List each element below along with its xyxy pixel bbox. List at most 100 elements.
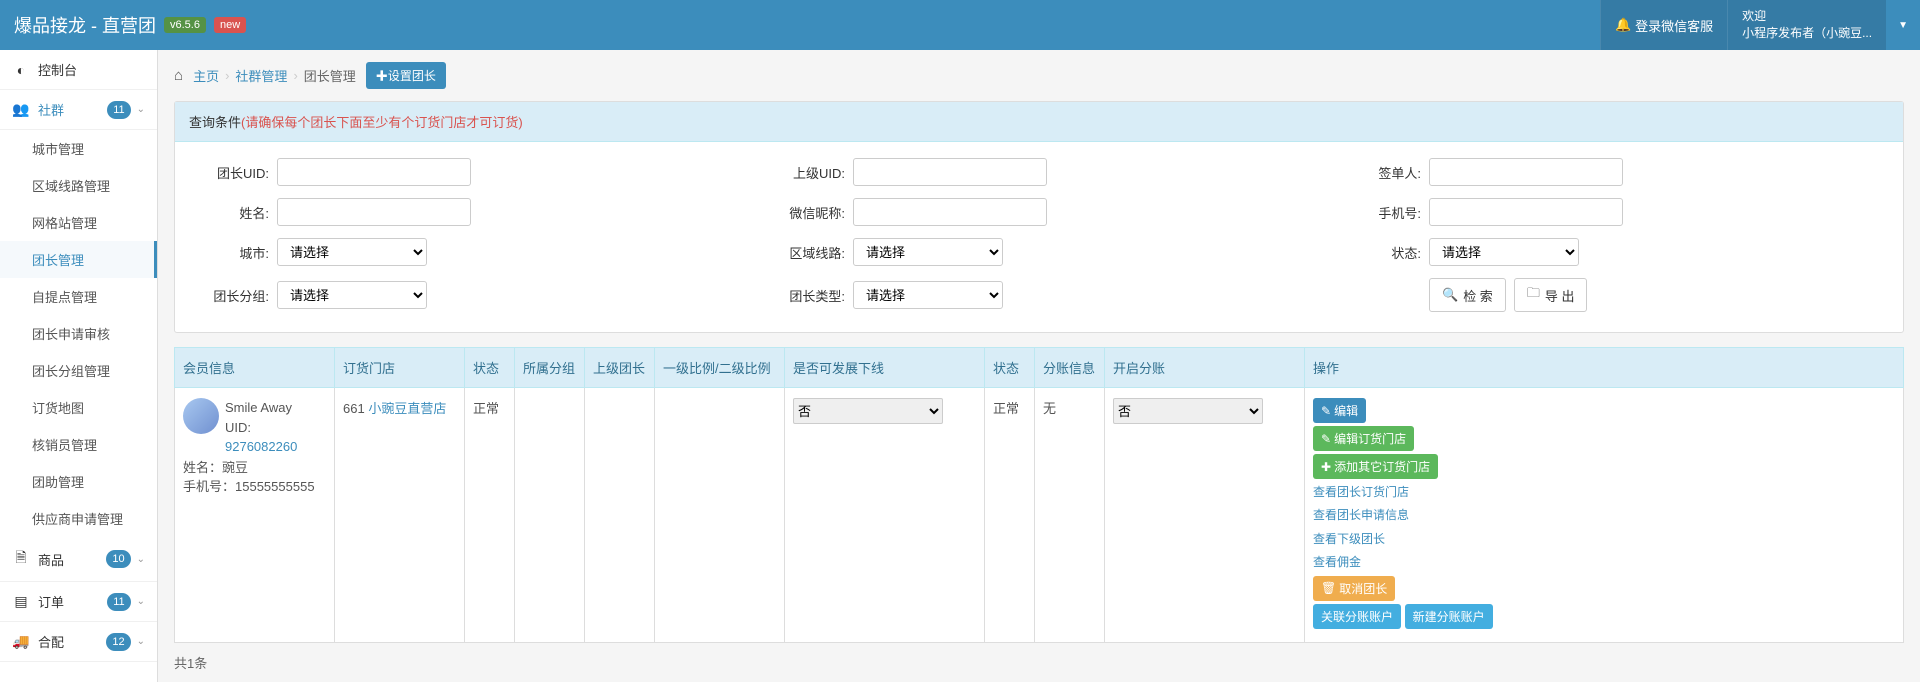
pencil-icon: ✎ — [1321, 432, 1331, 446]
user-menu-caret[interactable]: ▼ — [1886, 0, 1920, 50]
dashboard-icon: ◐ — [12, 62, 30, 78]
sidebar-sub-helper[interactable]: 团助管理 — [0, 463, 157, 500]
sidebar-sub-leader[interactable]: 团长管理 — [0, 241, 157, 278]
member-name: 豌豆 — [222, 460, 248, 475]
sidebar-item-dist[interactable]: 🚚 合配 12 ⌄ — [0, 622, 157, 662]
search-warning: (请确保每个团长下面至少有个订货门店才可订货) — [241, 115, 523, 130]
user-menu[interactable]: 欢迎 小程序发布者（小豌豆... — [1727, 0, 1886, 50]
sidebar-item-goods[interactable]: 🗎 商品 10 ⌄ — [0, 537, 157, 582]
sidebar-orders-label: 订单 — [38, 592, 107, 611]
book-icon: ▤ — [12, 593, 30, 610]
new-split-button[interactable]: 新建分账账户 — [1405, 604, 1493, 629]
input-parent-uid[interactable] — [853, 158, 1047, 186]
th-split: 开启分账 — [1105, 348, 1305, 388]
th-group: 所属分组 — [515, 348, 585, 388]
breadcrumb-home[interactable]: 主页 — [193, 66, 219, 85]
sidebar-sub-supplier[interactable]: 供应商申请管理 — [0, 500, 157, 537]
edit-button[interactable]: ✎编辑 — [1313, 398, 1366, 423]
assoc-split-button[interactable]: 关联分账账户 — [1313, 604, 1401, 629]
th-parent: 上级团长 — [585, 348, 655, 388]
input-signer[interactable] — [1429, 158, 1623, 186]
select-develop[interactable]: 否 — [793, 398, 943, 424]
input-nickname[interactable] — [853, 198, 1047, 226]
user-name: 小程序发布者（小豌豆... — [1742, 25, 1872, 42]
breadcrumb-l1[interactable]: 社群管理 — [235, 66, 287, 85]
th-splitinfo: 分账信息 — [1035, 348, 1105, 388]
file-icon: 🗎 — [12, 547, 30, 571]
sidebar-sub-route[interactable]: 区域线路管理 — [0, 167, 157, 204]
sidebar-sub-apply[interactable]: 团长申请审核 — [0, 315, 157, 352]
sidebar-sub-verify[interactable]: 核销员管理 — [0, 426, 157, 463]
th-develop: 是否可发展下线 — [785, 348, 985, 388]
export-button-label: 导 出 — [1545, 286, 1575, 305]
sidebar-item-orders[interactable]: ▤ 订单 11 ⌄ — [0, 582, 157, 622]
header-right: 🔔 登录微信客服 欢迎 小程序发布者（小豌豆... ▼ — [1600, 0, 1920, 50]
member-uid-link[interactable]: 9276082260 — [225, 439, 297, 454]
input-name[interactable] — [277, 198, 471, 226]
wechat-service-button[interactable]: 🔔 登录微信客服 — [1600, 0, 1727, 50]
sidebar-sub-pickup[interactable]: 自提点管理 — [0, 278, 157, 315]
breadcrumb-sep: › — [293, 68, 297, 83]
select-group[interactable]: 请选择 — [277, 281, 427, 309]
cancel-leader-button[interactable]: 🗑取消团长 — [1313, 576, 1395, 601]
edit-shop-button[interactable]: ✎编辑订货门店 — [1313, 426, 1414, 451]
label-name: 姓名: — [195, 203, 277, 222]
shop-link[interactable]: 小豌豆直营店 — [368, 401, 446, 416]
add-shop-button[interactable]: ✚添加其它订货门店 — [1313, 454, 1438, 479]
breadcrumb-row: ⌂ 主页 › 社群管理 › 团长管理 ✚设置团长 — [174, 62, 1904, 89]
main-content: ⌂ 主页 › 社群管理 › 团长管理 ✚设置团长 查询条件(请确保每个团长下面至… — [158, 50, 1920, 682]
view-sub-link[interactable]: 查看下级团长 — [1313, 529, 1895, 549]
sidebar-item-community[interactable]: 👥 社群 11 ⌄ — [0, 90, 157, 130]
plus-icon: ✚ — [1321, 460, 1331, 474]
input-uid[interactable] — [277, 158, 471, 186]
chevron-down-icon: ⌄ — [137, 636, 145, 647]
search-panel: 查询条件(请确保每个团长下面至少有个订货门店才可订货) 团长UID: 上级UID… — [174, 101, 1904, 333]
export-button[interactable]: 🗀 导 出 — [1514, 278, 1588, 312]
label-parent-uid: 上级UID: — [771, 163, 853, 182]
sidebar-community-badge: 11 — [107, 101, 130, 119]
select-city[interactable]: 请选择 — [277, 238, 427, 266]
folder-icon: 🗀 — [1527, 284, 1540, 306]
search-button[interactable]: 🔍 检 索 — [1429, 278, 1506, 312]
sidebar-sub-map[interactable]: 订货地图 — [0, 389, 157, 426]
chevron-down-icon: ⌄ — [137, 554, 145, 565]
view-apply-link[interactable]: 查看团长申请信息 — [1313, 505, 1895, 525]
label-phone: 手机号: — [1347, 203, 1429, 222]
plus-icon: ✚ — [376, 69, 388, 83]
view-commission-link[interactable]: 查看佣金 — [1313, 552, 1895, 572]
truck-icon: 🚚 — [12, 633, 30, 650]
sidebar-sub-grid[interactable]: 网格站管理 — [0, 204, 157, 241]
th-member: 会员信息 — [175, 348, 335, 388]
avatar — [183, 398, 219, 434]
label-type: 团长类型: — [771, 286, 853, 305]
cell-group — [515, 388, 585, 643]
cell-split: 否 — [1105, 388, 1305, 643]
result-count: 共1条 — [174, 643, 1904, 682]
th-status2: 状态 — [985, 348, 1035, 388]
name-label: 姓名： — [183, 460, 222, 475]
table-row: Smile Away UID: 9276082260 姓名：豌豆 手机号：155… — [175, 388, 1904, 643]
chevron-down-icon: ⌄ — [137, 104, 145, 115]
search-icon: 🔍 — [1442, 287, 1458, 303]
pencil-icon: ✎ — [1321, 404, 1331, 418]
th-status1: 状态 — [465, 348, 515, 388]
cell-splitinfo: 无 — [1035, 388, 1105, 643]
select-status[interactable]: 请选择 — [1429, 238, 1579, 266]
sidebar-sub-city[interactable]: 城市管理 — [0, 130, 157, 167]
cell-ratio — [655, 388, 785, 643]
view-shops-link[interactable]: 查看团长订货门店 — [1313, 482, 1895, 502]
set-leader-button[interactable]: ✚设置团长 — [366, 62, 446, 89]
search-panel-body: 团长UID: 上级UID: 签单人: 姓名: 微信昵称: 手机号: 城市:请选择… — [175, 142, 1903, 332]
uid-label: UID: — [225, 420, 251, 435]
sidebar-sub-group[interactable]: 团长分组管理 — [0, 352, 157, 389]
label-signer: 签单人: — [1347, 163, 1429, 182]
th-shop: 订货门店 — [335, 348, 465, 388]
select-type[interactable]: 请选择 — [853, 281, 1003, 309]
home-icon[interactable]: ⌂ — [174, 67, 183, 84]
sidebar-item-console[interactable]: ◐ 控制台 — [0, 50, 157, 90]
shop-id: 661 — [343, 401, 368, 416]
input-phone[interactable] — [1429, 198, 1623, 226]
search-button-label: 检 索 — [1463, 286, 1493, 305]
select-route[interactable]: 请选择 — [853, 238, 1003, 266]
select-split[interactable]: 否 — [1113, 398, 1263, 424]
